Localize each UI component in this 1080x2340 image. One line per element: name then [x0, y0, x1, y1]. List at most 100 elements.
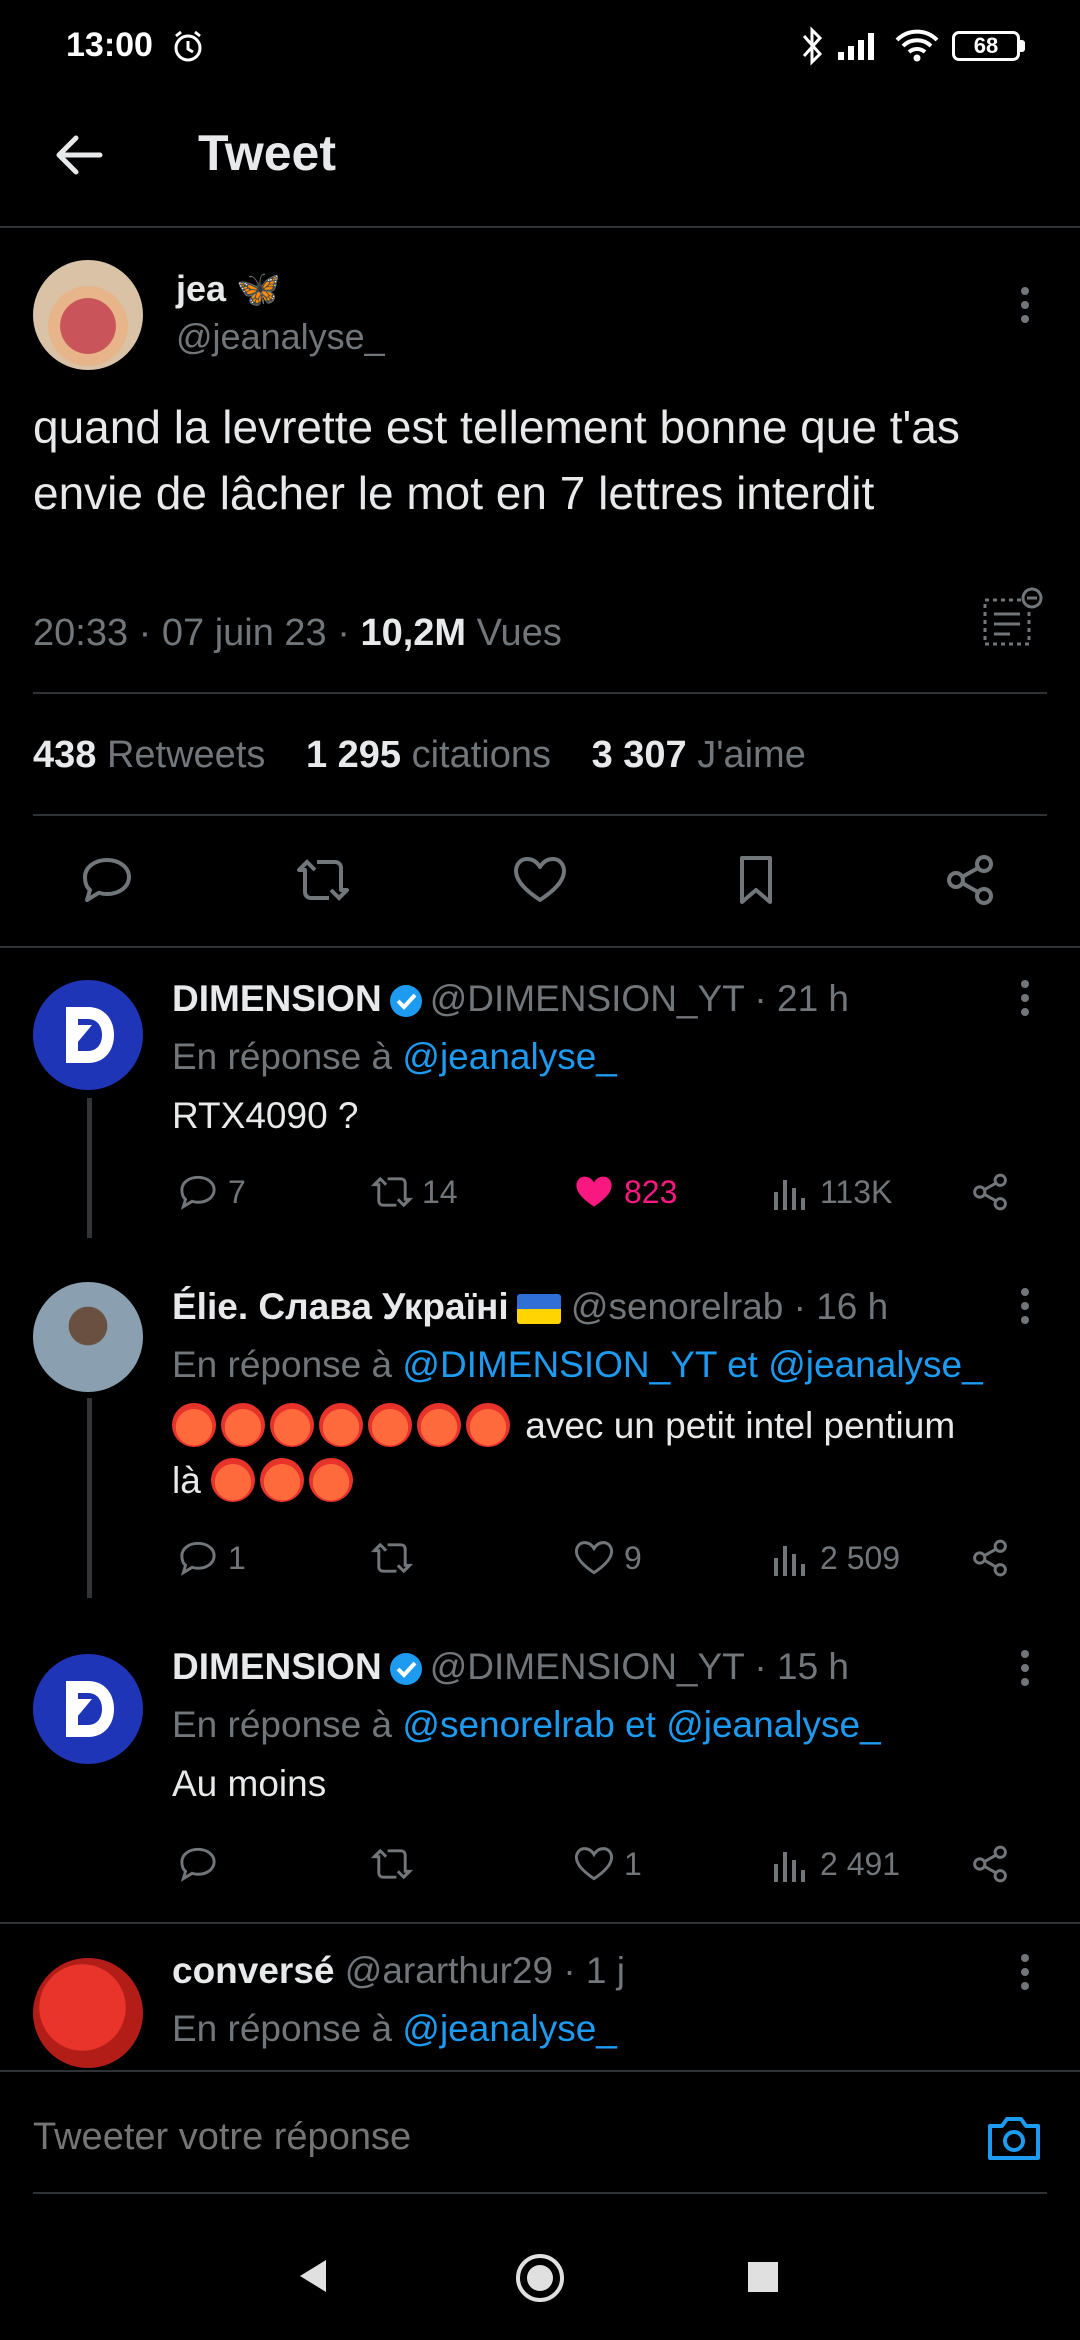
reply-comment-button[interactable]: 7: [176, 1170, 246, 1214]
author-name[interactable]: jea 🦋: [176, 268, 281, 310]
reply-retweet-button[interactable]: 14: [370, 1170, 458, 1214]
like-count: 823: [624, 1173, 678, 1210]
more-options-button[interactable]: [1010, 1648, 1040, 1688]
system-nav-bar: [0, 2180, 1080, 2340]
replying-to: En réponse à @jeanalyse_: [172, 2008, 617, 2050]
reply-author-line[interactable]: Élie. Слава Україні @senorelrab · 16 h: [172, 1286, 888, 1328]
retweets-label[interactable]: Retweets: [107, 734, 265, 776]
reply-author-name[interactable]: DIMENSION: [172, 978, 382, 1019]
reply-retweet-button[interactable]: [370, 1842, 422, 1886]
tweet-text: quand la levrette est tellement bonne qu…: [33, 401, 960, 519]
reply-share-button[interactable]: [968, 1170, 1012, 1214]
avatar[interactable]: [33, 1282, 143, 1392]
reply-comment-button[interactable]: 1: [176, 1536, 246, 1580]
quotes-label[interactable]: citations: [412, 734, 551, 776]
likes-label[interactable]: J'aime: [697, 734, 806, 776]
reply-author-line[interactable]: DIMENSION @DIMENSION_YT · 15 h: [172, 1646, 849, 1688]
reply-tweet[interactable]: Élie. Слава Україні @senorelrab · 16 h E…: [0, 1258, 1080, 1598]
reply-text-line-1: avec un petit intel pentium: [525, 1405, 956, 1446]
quotes-count[interactable]: 1 295: [306, 734, 401, 776]
replying-to: En réponse à @jeanalyse_: [172, 1036, 617, 1078]
share-icon: [973, 1845, 1007, 1883]
reply-like-button[interactable]: 823: [572, 1170, 677, 1214]
reply-author-name[interactable]: Élie. Слава Україні: [172, 1286, 509, 1327]
reply-tweet[interactable]: DIMENSION @DIMENSION_YT · 21 h En réponse…: [0, 946, 1080, 1238]
bookmark-button[interactable]: [726, 850, 786, 910]
reply-views-button[interactable]: 113K: [772, 1170, 892, 1214]
more-vertical-icon: [1021, 980, 1029, 1016]
comment-icon: [180, 1175, 216, 1210]
reply-input[interactable]: [33, 2116, 933, 2159]
retweet-icon: [370, 1176, 414, 1208]
retweets-count[interactable]: 438: [33, 734, 96, 776]
retweet-icon: [297, 859, 349, 901]
divider: [33, 692, 1047, 694]
reply-tweet[interactable]: conversé @ararthur29 · 1 j En réponse à …: [0, 1924, 1080, 2070]
hot-face-emoji-icon: [270, 1403, 314, 1448]
analytics-icon: [774, 1180, 805, 1210]
dimension-logo-icon: [66, 1007, 114, 1063]
reply-views-button[interactable]: 2 509: [772, 1536, 900, 1580]
reply-author-line[interactable]: DIMENSION @DIMENSION_YT · 21 h: [172, 978, 849, 1020]
reply-author-handle[interactable]: @DIMENSION_YT · 21 h: [430, 978, 849, 1019]
replying-to-prefix: En réponse à: [172, 1344, 403, 1385]
avatar[interactable]: [33, 1958, 143, 2068]
tweet-meta: 20:33 · 07 juin 23 · 10,2M Vues: [33, 612, 562, 655]
avatar[interactable]: [33, 1654, 143, 1764]
replying-to-link[interactable]: @jeanalyse_: [402, 2008, 616, 2049]
share-button[interactable]: [940, 850, 1000, 910]
author-handle[interactable]: @jeanalyse_: [176, 316, 385, 358]
reply-comment-button[interactable]: [176, 1842, 228, 1886]
verified-badge-icon: [389, 1653, 422, 1686]
more-options-button[interactable]: [1010, 1952, 1040, 1992]
avatar[interactable]: [33, 980, 143, 1090]
alarm-icon: [170, 28, 206, 64]
replying-to-link[interactable]: @senorelrab et @jeanalyse_: [402, 1704, 880, 1745]
replying-to-prefix: En réponse à: [172, 1704, 403, 1745]
square-recents-icon: [748, 2262, 778, 2292]
heart-filled-icon: [576, 1176, 612, 1207]
reply-retweet-button[interactable]: [370, 1536, 422, 1580]
reply-share-button[interactable]: [968, 1842, 1012, 1886]
reply-text: Au moins: [172, 1763, 327, 1804]
nav-home-button[interactable]: [514, 2252, 566, 2304]
more-options-button[interactable]: [1010, 978, 1040, 1018]
reply-author-handle[interactable]: @senorelrab · 16 h: [571, 1286, 888, 1327]
hot-face-emoji-icon: [319, 1403, 363, 1448]
reply-tweet[interactable]: DIMENSION @DIMENSION_YT · 15 h En réponse…: [0, 1620, 1080, 1920]
likes-count[interactable]: 3 307: [592, 734, 687, 776]
divider: [0, 226, 1080, 228]
comment-icon: [180, 1541, 216, 1576]
reply-author-name[interactable]: DIMENSION: [172, 1646, 382, 1687]
back-button[interactable]: [44, 120, 114, 190]
more-options-button[interactable]: [1010, 285, 1040, 325]
camera-button[interactable]: [986, 2112, 1042, 2164]
reply-author-handle[interactable]: @DIMENSION_YT · 15 h: [430, 1646, 849, 1687]
nav-recents-button[interactable]: [746, 2260, 780, 2294]
reply-like-button[interactable]: 9: [572, 1536, 642, 1580]
views-count: 2 491: [820, 1845, 901, 1882]
retweet-count: 14: [422, 1173, 458, 1210]
comment-icon: [83, 858, 131, 902]
reply-views-button[interactable]: 2 491: [772, 1842, 900, 1886]
retweet-icon: [370, 1848, 414, 1880]
heart-icon: [574, 1541, 614, 1575]
reply-button[interactable]: [77, 850, 137, 910]
reply-author-name[interactable]: conversé: [172, 1950, 335, 1991]
nav-back-button[interactable]: [296, 2256, 330, 2296]
like-button[interactable]: [510, 850, 570, 910]
avatar[interactable]: [33, 260, 143, 370]
reply-actions: 1 9 2 509: [0, 1536, 1080, 1586]
translate-icon[interactable]: [980, 586, 1044, 650]
replying-to-link[interactable]: @jeanalyse_: [402, 1036, 616, 1077]
views-count: 10,2M: [360, 612, 467, 654]
comment-count: 7: [228, 1173, 246, 1210]
reply-like-button[interactable]: 1: [572, 1842, 642, 1886]
more-options-button[interactable]: [1010, 1286, 1040, 1326]
share-icon: [947, 855, 993, 905]
reply-author-handle[interactable]: @ararthur29 · 1 j: [345, 1950, 625, 1991]
replying-to-link[interactable]: @DIMENSION_YT et @jeanalyse_: [402, 1344, 982, 1385]
reply-author-line[interactable]: conversé @ararthur29 · 1 j: [172, 1950, 625, 1992]
retweet-button[interactable]: [293, 850, 353, 910]
reply-share-button[interactable]: [968, 1536, 1012, 1580]
